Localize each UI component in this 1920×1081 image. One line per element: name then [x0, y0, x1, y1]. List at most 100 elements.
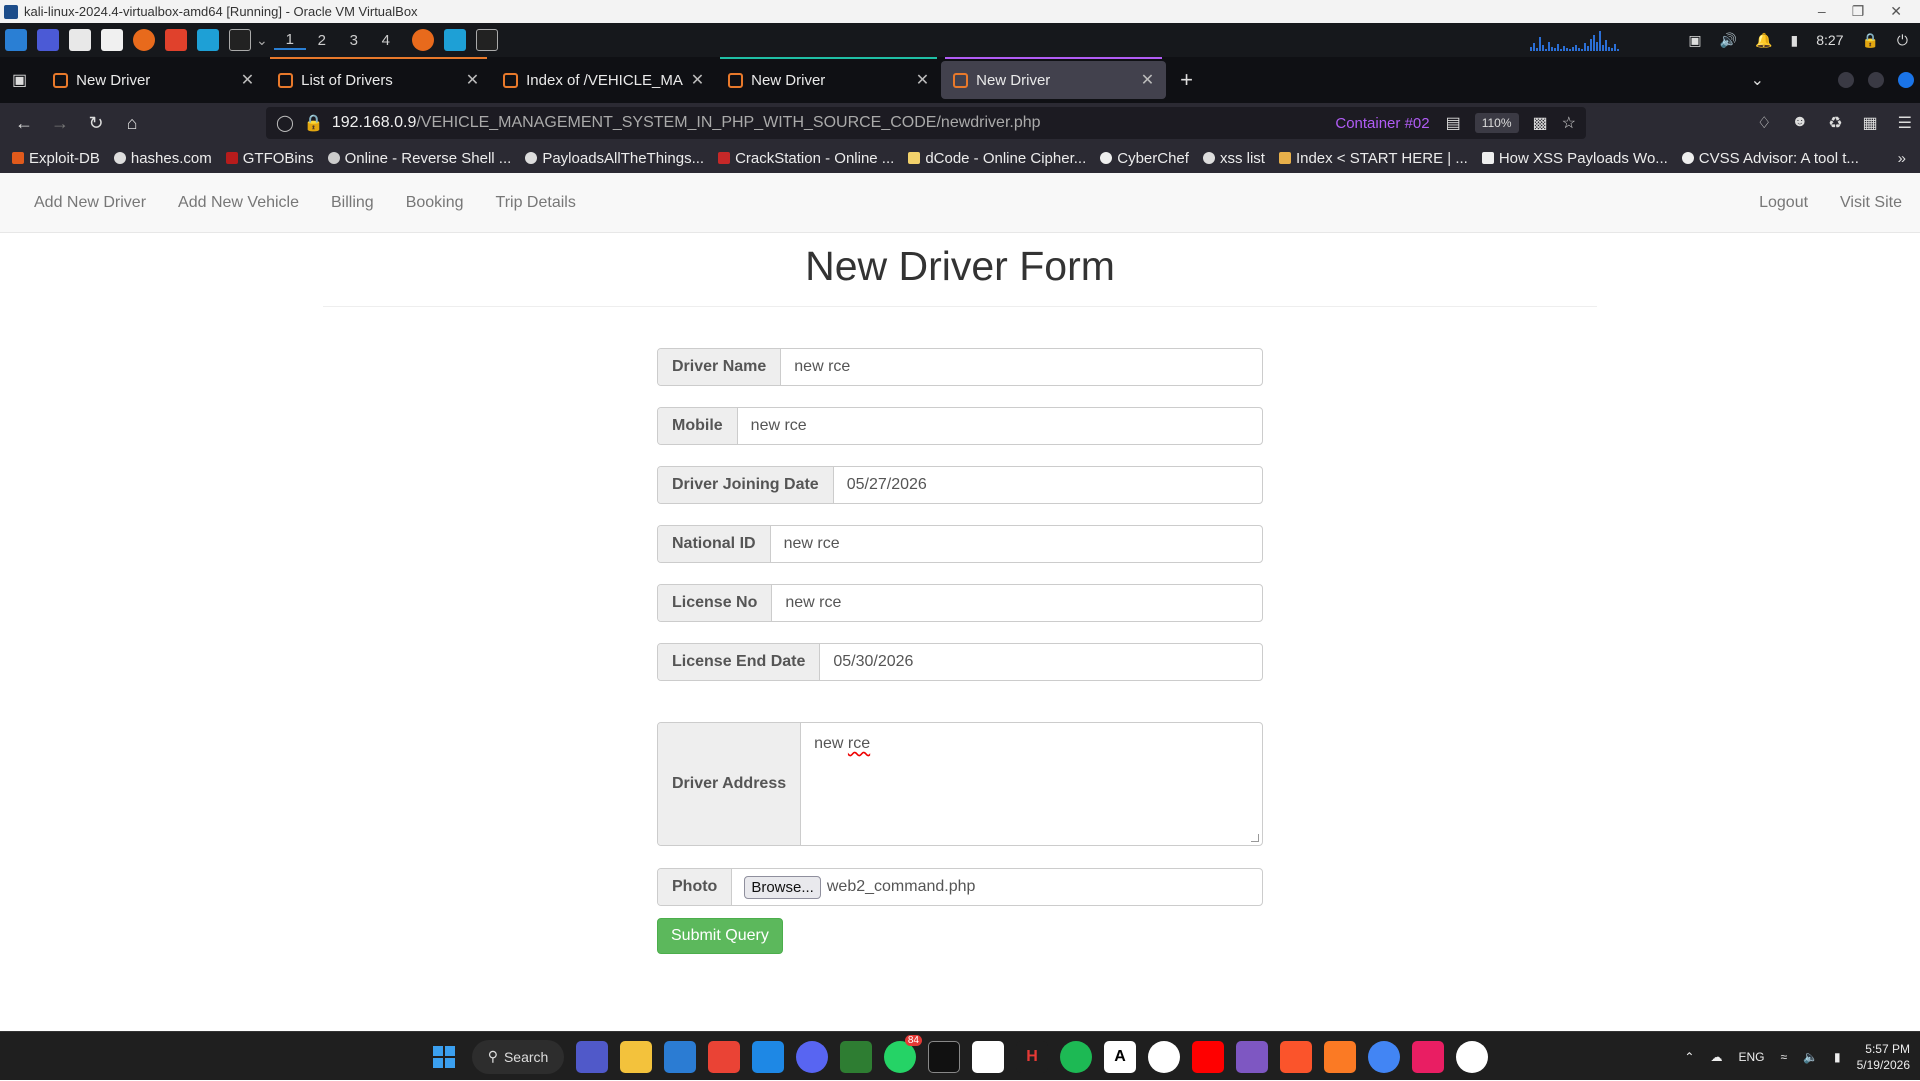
vscode-icon[interactable] — [752, 1040, 784, 1073]
discord-icon[interactable] — [796, 1040, 828, 1073]
tab-list-of-drivers[interactable]: List of Drivers ✕ — [266, 57, 491, 99]
bookmark-xss-payloads[interactable]: How XSS Payloads Wo... — [1481, 150, 1668, 167]
file-explorer-icon[interactable] — [620, 1040, 652, 1073]
taskbar-search[interactable]: ⚲ Search — [472, 1039, 564, 1074]
text-editor-icon[interactable] — [101, 29, 123, 51]
forward-arrow-icon[interactable]: → — [42, 113, 78, 134]
bookmark-payloadsallthethings[interactable]: PayloadsAllTheThings... — [525, 150, 704, 167]
whatsapp-icon[interactable]: 84 — [884, 1034, 922, 1073]
bookmark-crackstation[interactable]: CrackStation - Online ... — [718, 150, 894, 167]
bookmark-cvss-advisor[interactable]: CVSS Advisor: A tool t... — [1681, 150, 1859, 167]
youtube-icon[interactable] — [1192, 1040, 1224, 1073]
windows-start-icon[interactable] — [428, 1041, 460, 1073]
close-icon[interactable]: ✕ — [1890, 3, 1902, 20]
teams-icon[interactable] — [576, 1040, 608, 1073]
bookmark-xss-list[interactable]: xss list — [1202, 150, 1265, 167]
driver-address-textarea[interactable]: new rce — [801, 723, 1262, 845]
tab-new-driver-1[interactable]: New Driver ✕ — [41, 61, 266, 99]
chess-icon[interactable] — [840, 1040, 872, 1073]
tab-close-icon[interactable]: ✕ — [1141, 70, 1154, 90]
mobile-input[interactable]: new rce — [738, 408, 1262, 444]
close-dot-icon[interactable] — [1898, 72, 1914, 88]
driver-name-input[interactable]: new rce — [781, 349, 1262, 385]
license-end-date-input[interactable]: 05/30/2026 — [820, 644, 1262, 680]
pocket-icon[interactable]: ♢ — [1757, 113, 1771, 133]
terminal-icon[interactable] — [229, 29, 251, 51]
container-label[interactable]: Container #02 — [1335, 115, 1429, 132]
firefox-icon[interactable] — [133, 29, 155, 51]
terminal-task-icon[interactable] — [475, 29, 498, 51]
bookmark-star-icon[interactable]: ☆ — [1562, 113, 1576, 133]
nav-logout[interactable]: Logout — [1743, 194, 1824, 212]
kali-menu-icon[interactable] — [5, 29, 27, 51]
snipping-tool-icon[interactable] — [1412, 1040, 1444, 1073]
obsidian-icon[interactable] — [1236, 1040, 1268, 1073]
power-icon[interactable]: ⏻ — [1897, 32, 1908, 49]
new-tab-button[interactable]: + — [1166, 67, 1207, 93]
bookmark-hashes[interactable]: hashes.com — [113, 150, 212, 167]
gmail-icon[interactable] — [708, 1040, 740, 1073]
resize-handle-icon[interactable] — [1251, 834, 1259, 842]
bookmark-start-here[interactable]: Index < START HERE | ... — [1278, 150, 1468, 167]
chrome-icon[interactable] — [1368, 1040, 1400, 1073]
submit-query-button[interactable]: Submit Query — [657, 918, 783, 954]
workspace-3[interactable]: 3 — [338, 32, 370, 49]
notion-icon[interactable] — [972, 1040, 1004, 1073]
restore-icon[interactable]: ❐ — [1852, 3, 1865, 20]
display-icon[interactable]: ▣ — [1688, 32, 1701, 49]
firefox-task-icon[interactable] — [411, 29, 434, 51]
workspace-2[interactable]: 2 — [306, 32, 338, 49]
zoom-level[interactable]: 110% — [1474, 113, 1519, 133]
nav-add-new-driver[interactable]: Add New Driver — [18, 194, 162, 212]
nav-visit-site[interactable]: Visit Site — [1824, 194, 1918, 212]
terminal-app-icon[interactable] — [928, 1040, 960, 1073]
workspace-1[interactable]: 1 — [273, 31, 306, 50]
photo-file-input[interactable]: Browse... web2_command.php — [732, 869, 1262, 905]
onedrive-icon[interactable]: ☁ — [1710, 1050, 1722, 1064]
bookmarks-overflow-icon[interactable]: » — [1898, 150, 1920, 167]
bookmark-dcode[interactable]: dCode - Online Cipher... — [908, 150, 1086, 167]
speaker-icon[interactable]: 🔈 — [1803, 1050, 1818, 1064]
tab-close-icon[interactable]: ✕ — [241, 70, 254, 90]
tab-close-icon[interactable]: ✕ — [691, 70, 704, 90]
national-id-input[interactable]: new rce — [771, 526, 1262, 562]
notification-bell-icon[interactable]: 🔔 — [1755, 32, 1772, 49]
burp-task-icon[interactable] — [443, 29, 466, 51]
workspace-4[interactable]: 4 — [370, 32, 402, 49]
nav-trip-details[interactable]: Trip Details — [480, 194, 592, 212]
taskbar-clock[interactable]: 5:57 PM 5/19/2026 — [1857, 1041, 1910, 1073]
home-icon[interactable]: ⌂ — [114, 113, 150, 134]
brave-icon[interactable] — [165, 29, 187, 51]
chevron-down-icon[interactable]: ⌄ — [256, 32, 268, 49]
tab-index-of[interactable]: Index of /VEHICLE_MANA ✕ — [491, 61, 716, 99]
back-arrow-icon[interactable]: ← — [6, 113, 42, 134]
lock-icon[interactable]: 🔒 — [1861, 32, 1878, 49]
nav-billing[interactable]: Billing — [315, 194, 390, 212]
desktop-icon[interactable] — [37, 29, 59, 51]
qr-icon[interactable]: ▩ — [1533, 113, 1548, 133]
nav-booking[interactable]: Booking — [390, 194, 480, 212]
tab-new-driver-2[interactable]: New Driver ✕ — [716, 57, 941, 99]
h-app-icon[interactable]: H — [1016, 1040, 1048, 1073]
volume-icon[interactable]: 🔊 — [1720, 32, 1737, 49]
file-manager-icon[interactable] — [69, 29, 91, 51]
anthropic-icon[interactable]: A — [1104, 1040, 1136, 1073]
tab-overview-icon[interactable]: ▣ — [0, 70, 41, 90]
browse-button[interactable]: Browse... — [744, 875, 821, 899]
chatgpt-icon[interactable] — [1456, 1040, 1488, 1073]
extensions-icon[interactable]: ♻ — [1828, 113, 1842, 133]
github-desktop-icon[interactable] — [1148, 1040, 1180, 1073]
tab-list-chevron-icon[interactable]: ⌄ — [1751, 70, 1764, 90]
burp-icon[interactable] — [197, 29, 219, 51]
tab-close-icon[interactable]: ✕ — [916, 70, 929, 90]
container-menu-icon[interactable]: ▦ — [1863, 113, 1878, 133]
bookmark-revshell[interactable]: Online - Reverse Shell ... — [327, 150, 511, 167]
brave-browser-icon[interactable] — [1280, 1040, 1312, 1073]
bookmark-exploit-db[interactable]: Exploit-DB — [12, 150, 100, 167]
reload-icon[interactable]: ↻ — [78, 113, 114, 134]
maximize-dot-icon[interactable] — [1868, 72, 1884, 88]
account-icon[interactable]: ☻ — [1791, 113, 1808, 133]
panel-clock[interactable]: 8:27 — [1816, 32, 1843, 48]
tray-overflow-icon[interactable]: ⌃ — [1684, 1050, 1694, 1064]
reader-view-icon[interactable]: ▤ — [1446, 113, 1461, 133]
